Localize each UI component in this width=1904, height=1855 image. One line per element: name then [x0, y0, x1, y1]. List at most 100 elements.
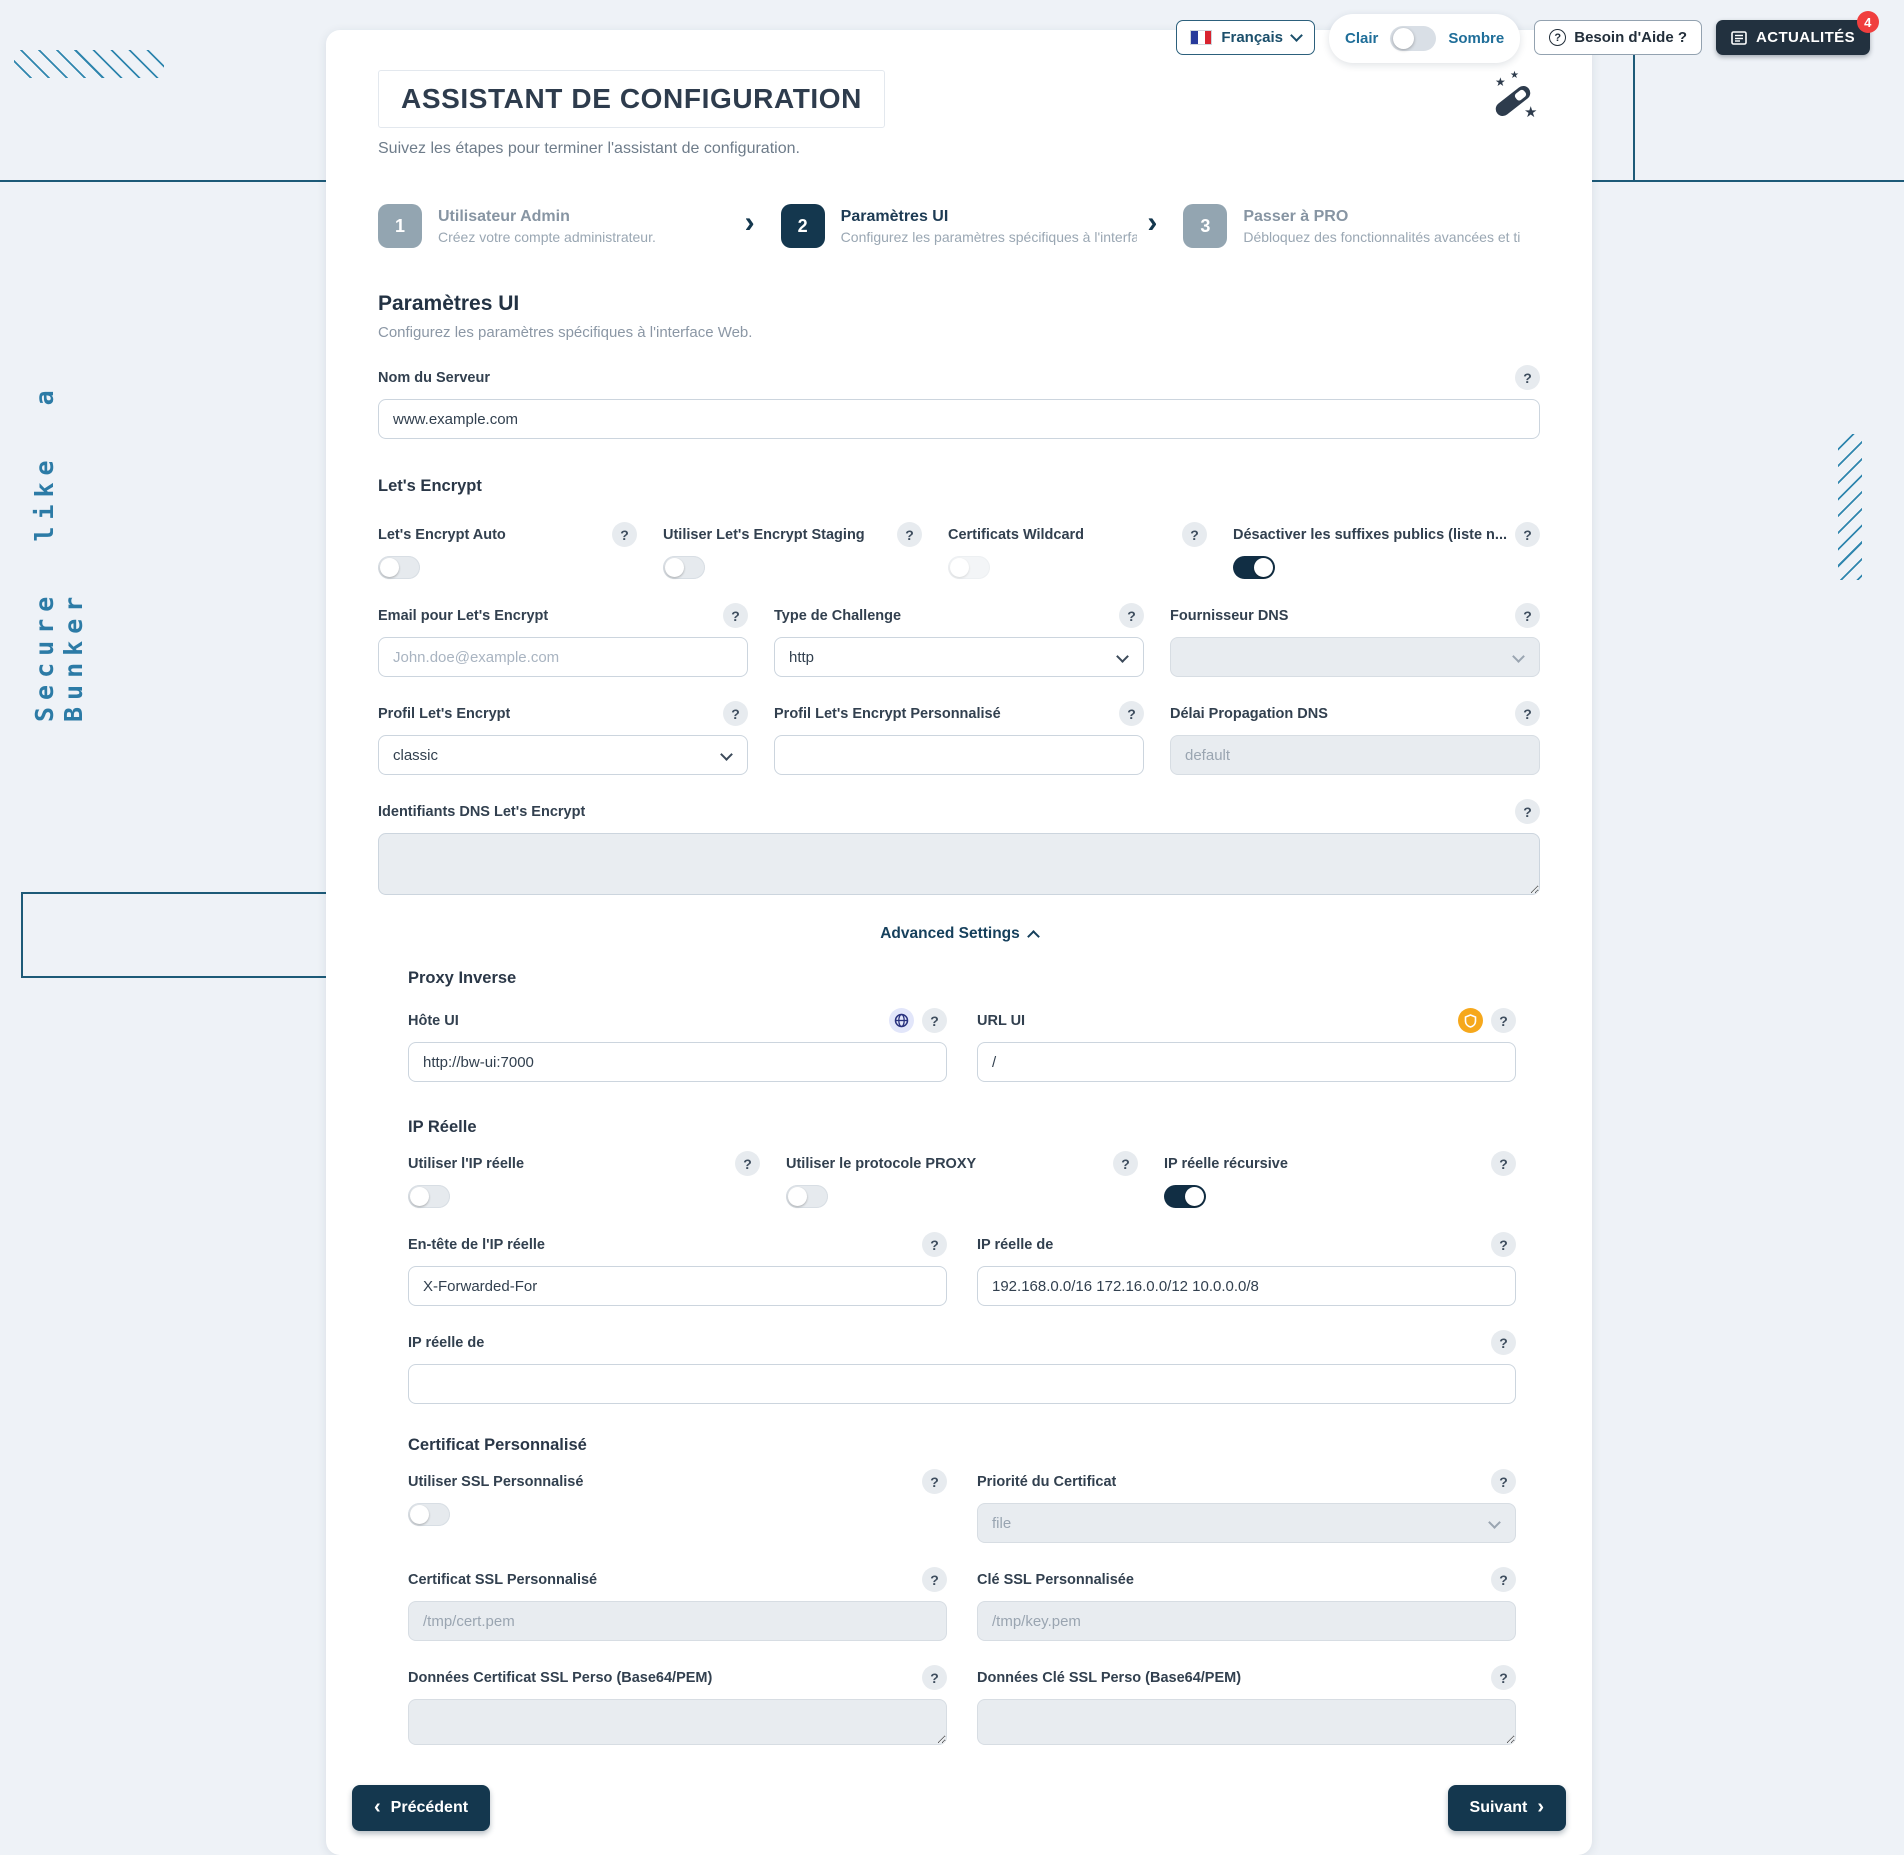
real-ip-from2-field: IP réelle de ? — [408, 1330, 1516, 1404]
field-label: Email pour Let's Encrypt — [378, 608, 548, 624]
step-admin-user[interactable]: 1 Utilisateur Admin Créez votre compte a… — [378, 204, 735, 248]
help-icon[interactable]: ? — [922, 1665, 947, 1690]
field-label: Identifiants DNS Let's Encrypt — [378, 804, 585, 820]
le-public-suffix-toggle[interactable] — [1233, 556, 1275, 579]
help-icon[interactable]: ? — [1491, 1330, 1516, 1355]
help-icon[interactable]: ? — [1515, 701, 1540, 726]
use-custom-ssl-toggle[interactable] — [408, 1503, 450, 1526]
help-icon[interactable]: ? — [1515, 799, 1540, 824]
chevron-left-icon: ‹ — [374, 1797, 381, 1817]
le-staging-toggle[interactable] — [663, 556, 705, 579]
le-custom-profile-input[interactable] — [774, 735, 1144, 775]
use-real-ip-toggle[interactable] — [408, 1185, 450, 1208]
ui-host-field: Hôte UI ? — [408, 1008, 947, 1082]
field-label: Profil Let's Encrypt Personnalisé — [774, 706, 1001, 722]
select-value: http — [789, 649, 814, 666]
magic-wand-icon: ★ ★ ★ — [1488, 74, 1540, 126]
real-ip-from-field: IP réelle de ? — [977, 1232, 1516, 1306]
help-icon[interactable]: ? — [922, 1567, 947, 1592]
chevron-down-icon — [1116, 650, 1129, 663]
help-icon[interactable]: ? — [723, 603, 748, 628]
recursive-real-ip-toggle[interactable] — [1164, 1185, 1206, 1208]
chevron-down-icon — [720, 748, 733, 761]
divider-line — [0, 180, 327, 182]
help-icon[interactable]: ? — [922, 1008, 947, 1033]
diagonal-hatch-decoration — [14, 50, 164, 78]
server-name-input[interactable] — [378, 399, 1540, 439]
use-custom-ssl-field: Utiliser SSL Personnalisé ? — [408, 1469, 947, 1543]
chevron-right-icon: › — [1137, 208, 1183, 244]
shield-icon[interactable] — [1458, 1008, 1483, 1033]
help-icon[interactable]: ? — [1119, 603, 1144, 628]
help-icon[interactable]: ? — [1515, 522, 1540, 547]
le-profile-field: Profil Let's Encrypt ? classic — [378, 701, 748, 775]
news-button[interactable]: ACTUALITÉS 4 — [1716, 20, 1870, 55]
help-icon[interactable]: ? — [1491, 1665, 1516, 1690]
proxy-protocol-field: Utiliser le protocole PROXY ? — [786, 1151, 1138, 1208]
help-icon[interactable]: ? — [735, 1151, 760, 1176]
wizard-footer: ‹ Précédent Suivant › — [352, 1745, 1566, 1831]
le-email-field: Email pour Let's Encrypt ? — [378, 603, 748, 677]
previous-button-label: Précédent — [391, 1799, 468, 1817]
advanced-settings-toggle[interactable]: Advanced Settings — [378, 925, 1540, 943]
step-number-badge: 2 — [781, 204, 825, 248]
advanced-settings-panel: Proxy Inverse Hôte UI ? — [408, 969, 1516, 1745]
section-title: Paramètres UI — [378, 292, 1540, 316]
toggle-label: Utiliser l'IP réelle — [408, 1156, 524, 1172]
step-description: Créez votre compte administrateur. — [438, 229, 656, 245]
ui-url-input[interactable] — [977, 1042, 1516, 1082]
help-icon[interactable]: ? — [1491, 1567, 1516, 1592]
challenge-type-field: Type de Challenge ? http — [774, 603, 1144, 677]
help-icon[interactable]: ? — [1491, 1008, 1516, 1033]
help-icon[interactable]: ? — [922, 1232, 947, 1257]
help-icon[interactable]: ? — [612, 522, 637, 547]
help-icon[interactable]: ? — [1119, 701, 1144, 726]
real-ip-from2-input[interactable] — [408, 1364, 1516, 1404]
step-number-badge: 1 — [378, 204, 422, 248]
next-button[interactable]: Suivant › — [1448, 1785, 1566, 1831]
chevron-down-icon — [1290, 29, 1303, 42]
cert-priority-select: file — [977, 1503, 1516, 1543]
help-button[interactable]: ? Besoin d'Aide ? — [1534, 20, 1702, 55]
dns-propagation-field: Délai Propagation DNS ? — [1170, 701, 1540, 775]
help-icon[interactable]: ? — [1515, 365, 1540, 390]
lets-encrypt-title: Let's Encrypt — [378, 477, 1540, 496]
help-icon[interactable]: ? — [922, 1469, 947, 1494]
globe-icon[interactable] — [889, 1008, 914, 1033]
field-label: Fournisseur DNS — [1170, 608, 1288, 624]
select-value: file — [992, 1515, 1011, 1532]
help-icon[interactable]: ? — [1491, 1232, 1516, 1257]
step-ui-settings[interactable]: 2 Paramètres UI Configurez les paramètre… — [781, 204, 1138, 248]
proxy-protocol-toggle[interactable] — [786, 1185, 828, 1208]
previous-button[interactable]: ‹ Précédent — [352, 1785, 490, 1831]
theme-dark-label: Sombre — [1448, 30, 1504, 47]
help-icon[interactable]: ? — [897, 522, 922, 547]
diagonal-hatch-decoration — [1838, 434, 1862, 580]
real-ip-header-input[interactable] — [408, 1266, 947, 1306]
toggle-label: Utiliser SSL Personnalisé — [408, 1474, 583, 1490]
notification-badge: 4 — [1857, 11, 1879, 33]
le-auto-toggle[interactable] — [378, 556, 420, 579]
help-icon[interactable]: ? — [1491, 1469, 1516, 1494]
help-icon[interactable]: ? — [1113, 1151, 1138, 1176]
le-email-input[interactable] — [378, 637, 748, 677]
header-toolbar: Français Clair Sombre ? Besoin d'Aide ? … — [1176, 18, 1870, 63]
key-data-textarea — [977, 1699, 1516, 1745]
toggle-label: Utiliser Let's Encrypt Staging — [663, 527, 865, 543]
ui-host-input[interactable] — [408, 1042, 947, 1082]
toggle-label: Let's Encrypt Auto — [378, 527, 506, 543]
toggle-label: Certificats Wildcard — [948, 527, 1084, 543]
help-icon[interactable]: ? — [1491, 1151, 1516, 1176]
theme-switch[interactable] — [1390, 26, 1436, 51]
field-label: Type de Challenge — [774, 608, 901, 624]
challenge-type-select[interactable]: http — [774, 637, 1144, 677]
language-selector[interactable]: Français — [1176, 20, 1315, 55]
help-icon[interactable]: ? — [723, 701, 748, 726]
key-data-field: Données Clé SSL Perso (Base64/PEM) ? — [977, 1665, 1516, 1745]
le-profile-select[interactable]: classic — [378, 735, 748, 775]
step-go-pro[interactable]: 3 Passer à PRO Débloquez des fonctionnal… — [1183, 204, 1540, 248]
chevron-up-icon — [1027, 930, 1040, 943]
help-icon[interactable]: ? — [1515, 603, 1540, 628]
help-icon[interactable]: ? — [1182, 522, 1207, 547]
real-ip-from-input[interactable] — [977, 1266, 1516, 1306]
